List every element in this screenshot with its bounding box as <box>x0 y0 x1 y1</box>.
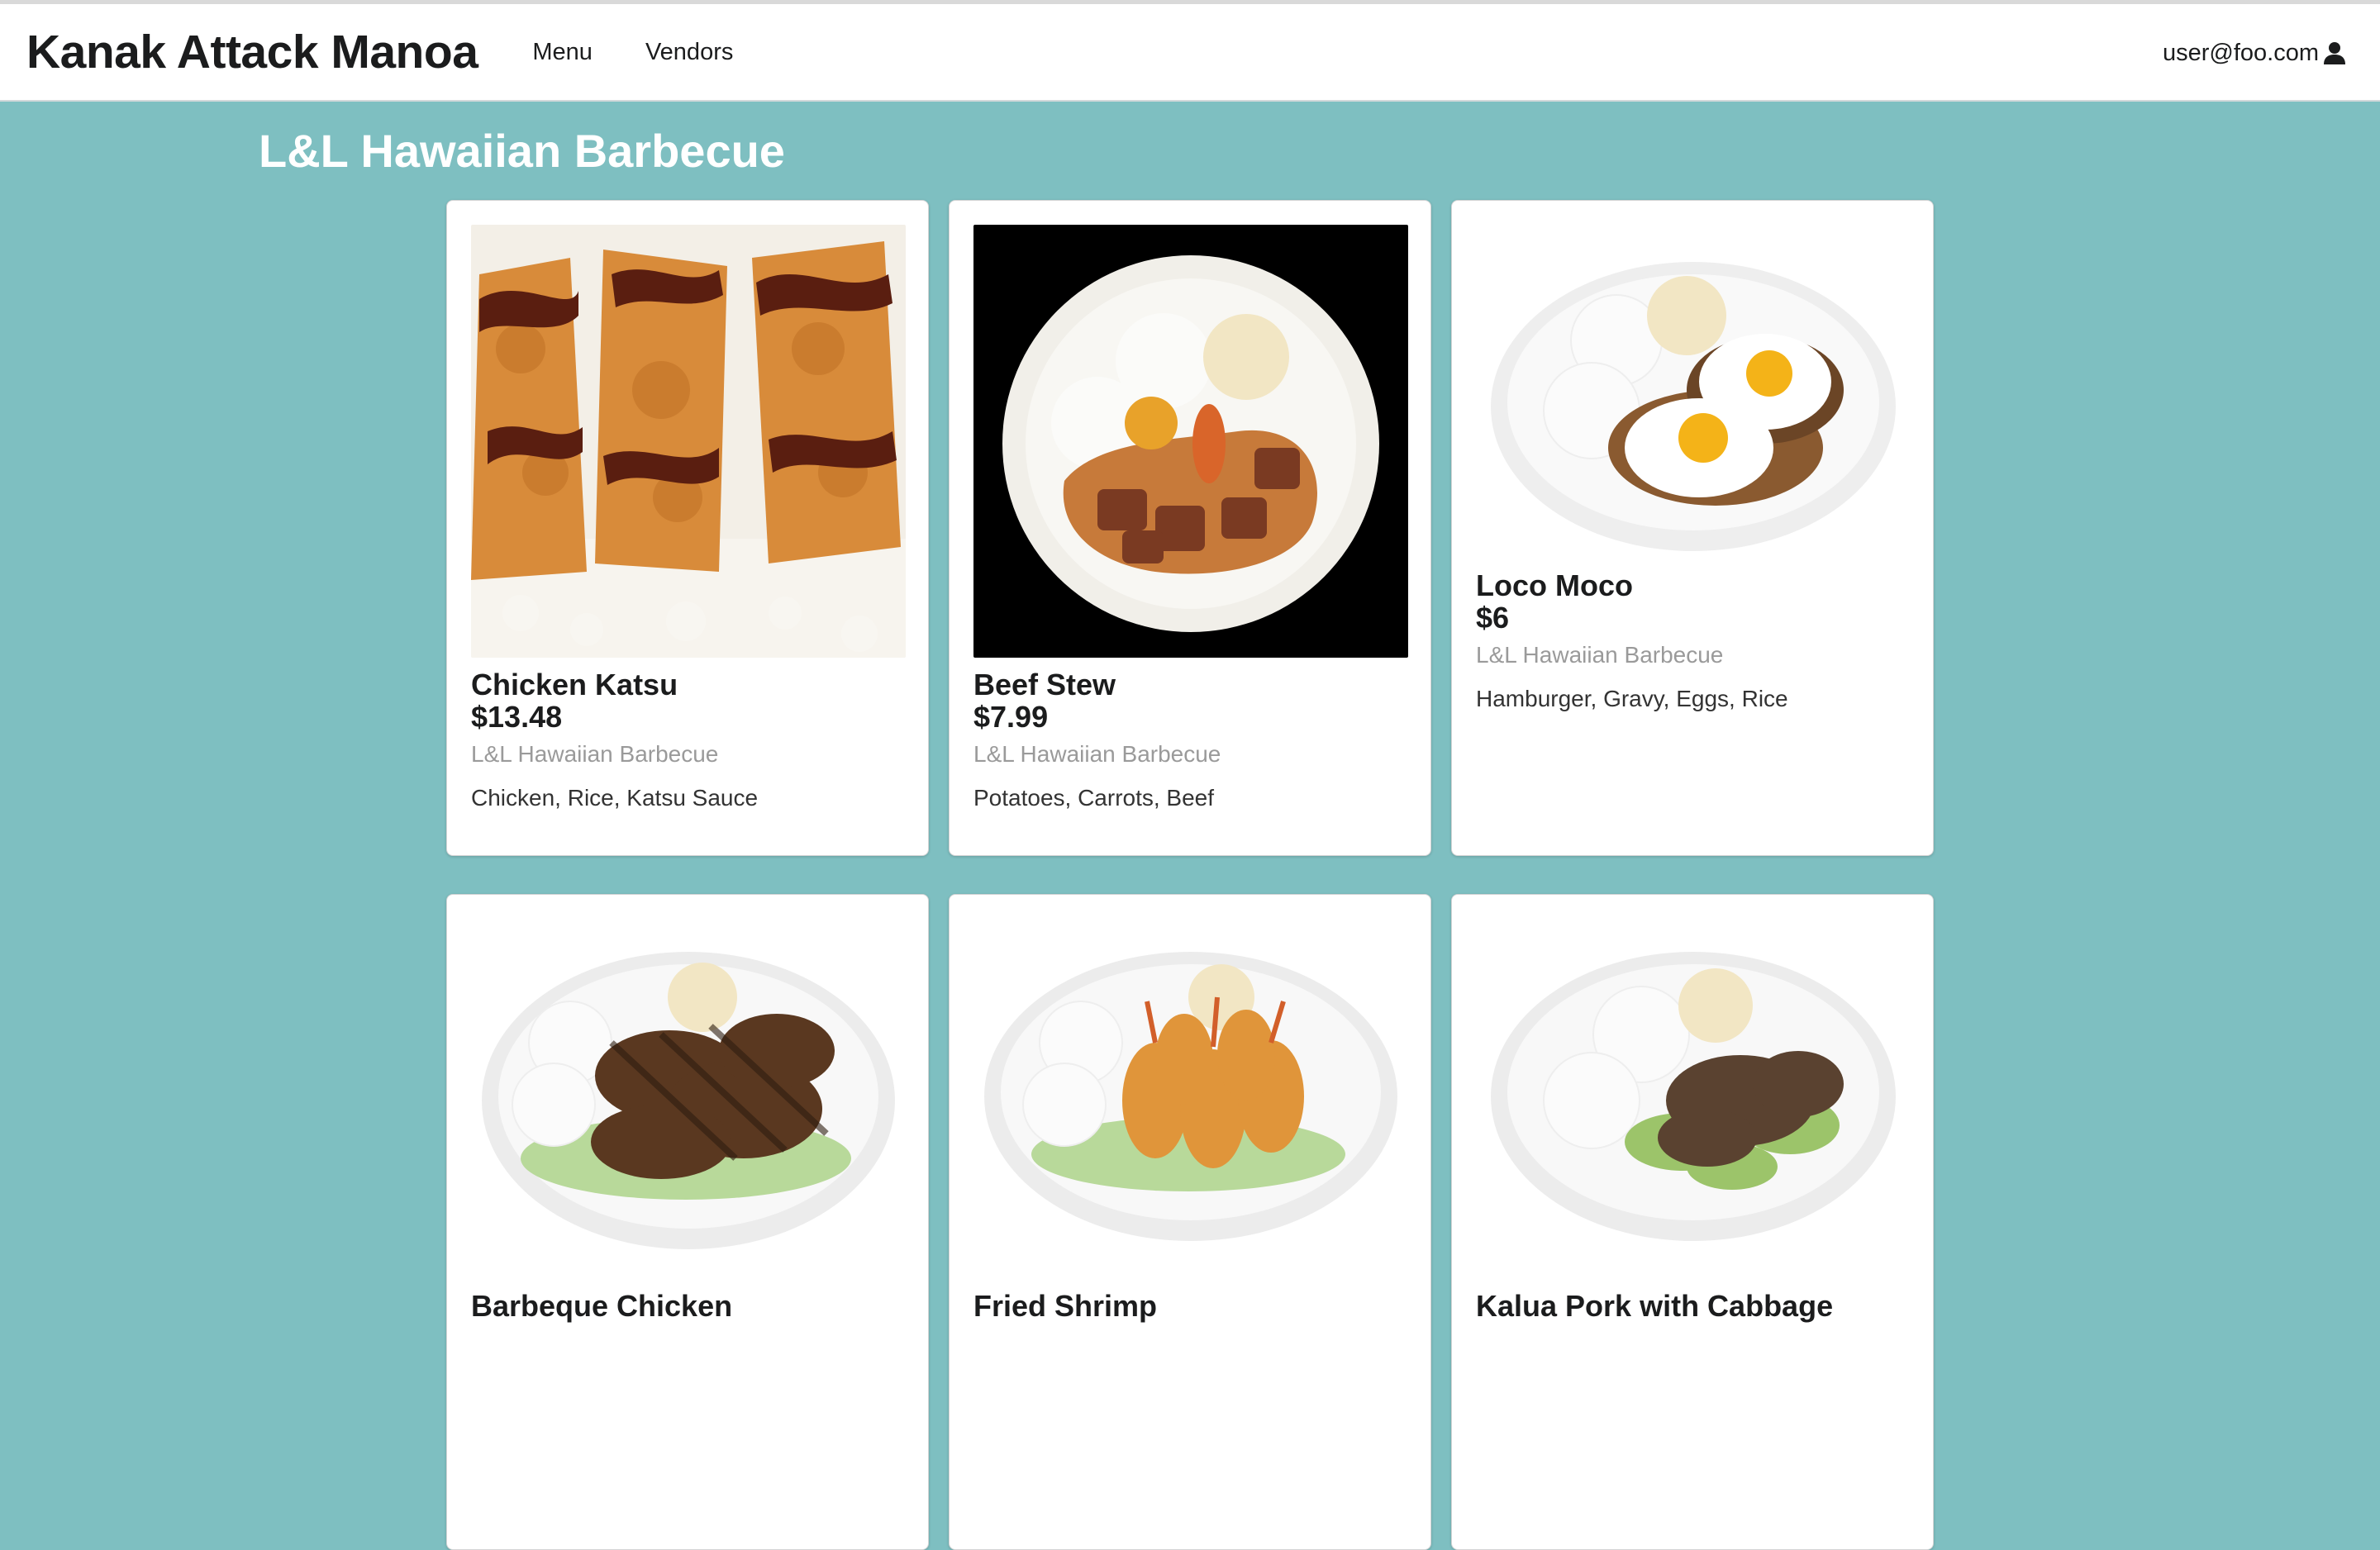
user-icon <box>2324 42 2345 64</box>
menu-card-fried-shrimp[interactable]: Fried Shrimp <box>949 894 1431 1550</box>
menu-card-info: Kalua Pork with Cabbage <box>1476 1290 1911 1323</box>
item-price: $6 <box>1476 601 1510 635</box>
menu-card-barbeque-chicken[interactable]: Barbeque Chicken <box>446 894 929 1550</box>
menu-card-info: Fried Shrimp <box>973 1290 1408 1323</box>
item-vendor: L&L Hawaiian Barbecue <box>1476 642 1724 668</box>
menu-card-kalua-pork[interactable]: Kalua Pork with Cabbage <box>1451 894 1934 1550</box>
item-price: $7.99 <box>973 700 1049 734</box>
food-image-chicken-katsu <box>471 225 906 658</box>
item-description: Potatoes, Carrots, Beef <box>973 785 1215 811</box>
item-name: Chicken Katsu <box>471 668 678 701</box>
menu-card-loco-moco[interactable]: Loco Moco $6 L&L Hawaiian Barbecue Hambu… <box>1451 200 1934 856</box>
menu-card-info: Barbeque Chicken <box>471 1290 906 1323</box>
food-image-fried-shrimp <box>973 919 1408 1249</box>
menu-card-info: Loco Moco $6 L&L Hawaiian Barbecue Hambu… <box>1476 569 1911 713</box>
menu-card-beef-stew[interactable]: Beef Stew $7.99 L&L Hawaiian Barbecue Po… <box>949 200 1431 856</box>
item-price: $13.48 <box>471 700 563 734</box>
menu-card-chicken-katsu[interactable]: Chicken Katsu $13.48 L&L Hawaiian Barbec… <box>446 200 929 856</box>
food-image-beef-stew <box>973 225 1408 658</box>
item-description: Hamburger, Gravy, Eggs, Rice <box>1476 686 1788 711</box>
item-name: Barbeque Chicken <box>471 1289 733 1323</box>
menu-card-info: Beef Stew $7.99 L&L Hawaiian Barbecue Po… <box>973 668 1408 812</box>
food-image-barbeque-chicken <box>471 919 906 1249</box>
nav-link-menu[interactable]: Menu <box>532 39 593 66</box>
user-menu[interactable]: user@foo.com <box>2163 4 2347 102</box>
item-name: Fried Shrimp <box>973 1289 1158 1323</box>
item-name: Beef Stew <box>973 668 1116 701</box>
user-email: user@foo.com <box>2162 39 2319 66</box>
food-image-kalua-pork <box>1476 919 1911 1249</box>
item-vendor: L&L Hawaiian Barbecue <box>471 741 719 767</box>
navbar: Kanak Attack Manoa Menu Vendors user@foo… <box>0 4 2380 102</box>
item-description: Chicken, Rice, Katsu Sauce <box>471 785 759 811</box>
item-vendor: L&L Hawaiian Barbecue <box>973 741 1221 767</box>
item-name: Kalua Pork with Cabbage <box>1476 1289 1834 1323</box>
item-name: Loco Moco <box>1476 568 1633 602</box>
menu-card-info: Chicken Katsu $13.48 L&L Hawaiian Barbec… <box>471 668 906 812</box>
nav-link-vendors[interactable]: Vendors <box>645 39 733 66</box>
brand-logo[interactable]: Kanak Attack Manoa <box>26 25 478 79</box>
vendor-title: L&L Hawaiian Barbecue <box>259 125 785 177</box>
